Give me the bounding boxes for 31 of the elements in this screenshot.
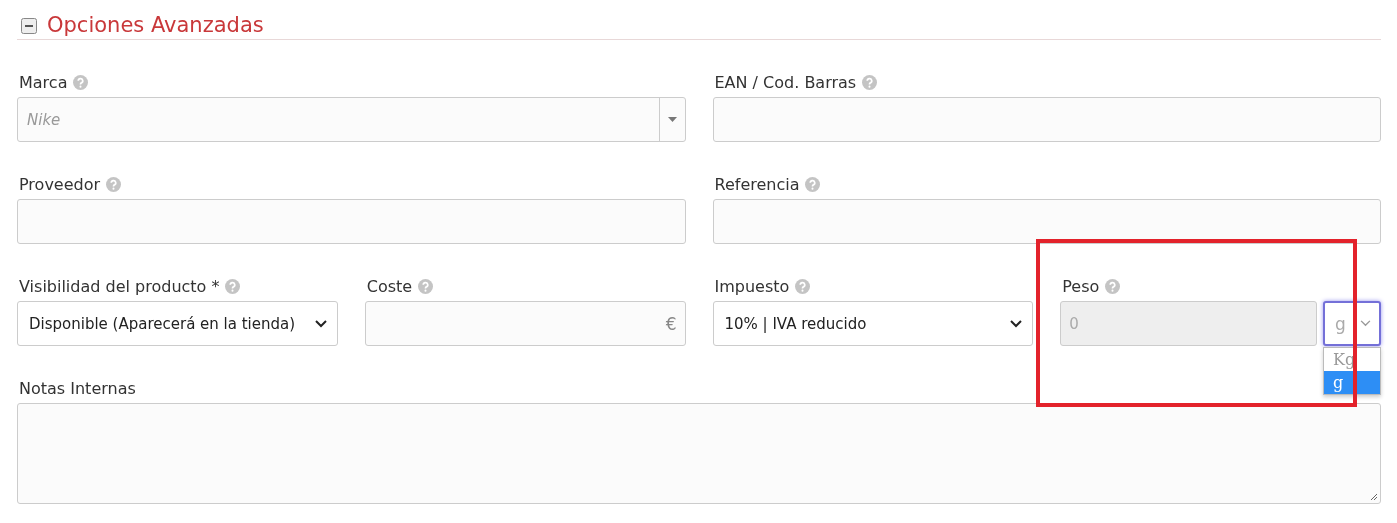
field-label: Notas Internas bbox=[19, 378, 136, 398]
field-label: Coste bbox=[366, 276, 413, 296]
text-field[interactable] bbox=[17, 199, 686, 244]
help-icon[interactable] bbox=[805, 176, 821, 192]
field-label: Marca bbox=[19, 72, 68, 92]
select-field[interactable]: Disponible (Aparecerá en la tienda) bbox=[17, 301, 338, 346]
text-field[interactable] bbox=[712, 199, 1381, 244]
field-label: EAN / Cod. Barras bbox=[714, 72, 857, 92]
resize-handle-icon[interactable] bbox=[1370, 493, 1378, 501]
select-field[interactable]: 10% | IVA reducido bbox=[712, 301, 1034, 346]
chevron-icon bbox=[1010, 319, 1023, 328]
field-label: Proveedor bbox=[19, 174, 101, 194]
field-label: Impuesto bbox=[714, 276, 790, 296]
help-icon[interactable] bbox=[106, 176, 122, 192]
help-icon[interactable] bbox=[225, 278, 241, 294]
help-icon[interactable] bbox=[418, 278, 434, 294]
chevron-icon bbox=[1360, 320, 1371, 327]
brand-combobox[interactable]: Nike bbox=[17, 97, 686, 142]
section-title: Opciones Avanzadas bbox=[47, 12, 264, 39]
currency-symbol: € bbox=[665, 313, 677, 334]
field-label: Peso bbox=[1062, 276, 1100, 296]
chevron-icon bbox=[314, 319, 327, 328]
help-icon[interactable] bbox=[862, 74, 878, 90]
caret-icon bbox=[667, 117, 677, 122]
field-label: Referencia bbox=[714, 174, 800, 194]
cost-field[interactable]: € bbox=[364, 301, 686, 346]
text-field[interactable] bbox=[712, 97, 1381, 142]
collapse-icon[interactable] bbox=[21, 17, 37, 34]
help-icon[interactable] bbox=[795, 278, 811, 294]
field-label: Visibilidad del producto * bbox=[19, 276, 220, 296]
help-icon[interactable] bbox=[73, 74, 89, 90]
